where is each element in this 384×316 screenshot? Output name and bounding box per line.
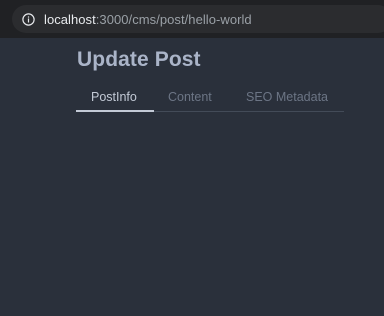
browser-toolbar: localhost:3000/cms/post/hello-world (0, 0, 384, 38)
address-bar[interactable]: localhost:3000/cms/post/hello-world (12, 5, 384, 33)
tab-postinfo[interactable]: PostInfo (91, 90, 137, 104)
url-text[interactable]: localhost:3000/cms/post/hello-world (44, 12, 252, 27)
tab-bar: PostInfo Content SEO Metadata (76, 85, 344, 112)
info-icon[interactable] (22, 12, 35, 26)
url-path: :3000/cms/post/hello-world (95, 11, 252, 27)
tab-content[interactable]: Content (168, 90, 212, 104)
tab-seo-metadata[interactable]: SEO Metadata (246, 90, 328, 104)
page-title: Update Post (77, 48, 201, 71)
url-host: localhost (44, 11, 96, 27)
page-content: Update Post PostInfo Content SEO Metadat… (0, 38, 384, 316)
active-tab-indicator (76, 110, 154, 112)
